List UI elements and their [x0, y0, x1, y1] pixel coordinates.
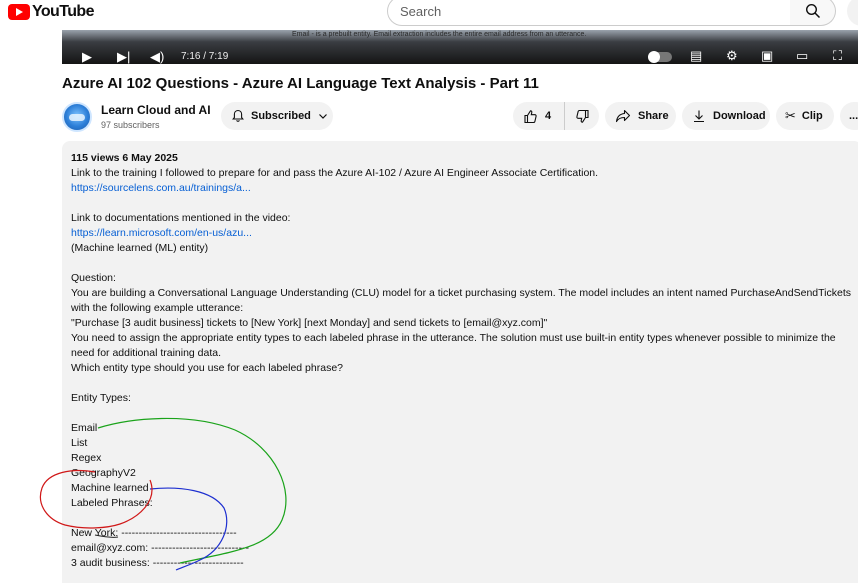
next-icon[interactable]: ▶|: [117, 50, 130, 64]
fullscreen-icon[interactable]: ⛶: [833, 49, 842, 63]
description-line: "Purchase [3 audit business] tickets to …: [71, 317, 548, 329]
search-box[interactable]: [387, 0, 791, 26]
search-button[interactable]: [790, 0, 836, 26]
download-icon: [694, 110, 704, 123]
description-line: with the following example utterance:: [71, 302, 244, 314]
time-display: 7:16 / 7:19: [181, 51, 229, 62]
description-line: You are building a Conversational Langua…: [71, 287, 851, 299]
autoplay-toggle[interactable]: [648, 51, 672, 63]
volume-icon[interactable]: ◀): [150, 50, 164, 64]
more-actions-button[interactable]: ...: [840, 102, 858, 130]
like-count: 4: [545, 110, 552, 122]
channel-name[interactable]: Learn Cloud and AI: [101, 103, 211, 117]
subtitles-icon[interactable]: ▤: [690, 49, 702, 63]
view-count-date: 115 views 6 May 2025: [71, 152, 178, 164]
share-arrow-icon: [615, 109, 631, 123]
entity-type-item: GeographyV2: [71, 467, 136, 479]
download-button[interactable]: Download: [682, 102, 770, 130]
like-dislike-group: 4: [513, 102, 599, 130]
theater-mode-icon[interactable]: ▭: [796, 49, 808, 63]
settings-gear-icon[interactable]: ⚙: [726, 49, 738, 63]
clip-label: Clip: [801, 110, 823, 122]
youtube-logo[interactable]: YouTube: [8, 3, 94, 21]
docs-link[interactable]: https://learn.microsoft.com/en-us/azu...: [71, 227, 252, 239]
masthead: YouTube: [0, 0, 858, 26]
description-line: Labeled Phrases:: [71, 497, 153, 509]
play-logo-icon: [8, 4, 30, 20]
entity-type-item: Machine learned: [71, 482, 149, 494]
entity-type-item: List: [71, 437, 88, 449]
search-input[interactable]: [400, 3, 790, 19]
search-icon: [805, 3, 820, 19]
voice-search-button[interactable]: [847, 0, 858, 26]
description-line: (Machine learned (ML) entity): [71, 242, 209, 254]
description-line: You need to assign the appropriate entit…: [71, 332, 836, 344]
video-player[interactable]: Email - is a prebuilt entity. Email extr…: [62, 30, 858, 64]
play-icon[interactable]: ▶: [82, 50, 92, 64]
description-line: Question:: [71, 272, 116, 284]
dislike-button[interactable]: [565, 102, 599, 130]
channel-avatar[interactable]: [62, 102, 92, 132]
download-label: Download: [713, 110, 766, 122]
labeled-phrase-item: email@xyz.com: -------------------------…: [71, 542, 249, 554]
bell-icon: [232, 109, 244, 122]
labeled-phrase-item: 3 audit business: ----------------------…: [71, 557, 244, 569]
video-title: Azure AI 102 Questions - Azure AI Langua…: [62, 75, 539, 92]
subscriber-count: 97 subscribers: [101, 120, 160, 130]
like-button[interactable]: 4: [513, 102, 565, 130]
player-controls: ▶ ▶| ◀) 7:16 / 7:19 ▤ ⚙ ▣ ▭ ⛶: [62, 40, 858, 64]
entity-type-item: Email: [71, 422, 98, 434]
share-button[interactable]: Share: [605, 102, 676, 130]
description-line: Which entity type should you use for eac…: [71, 362, 344, 374]
scissors-icon: ✂: [785, 108, 796, 123]
share-label: Share: [638, 110, 669, 122]
description-line: Link to the training I followed to prepa…: [71, 167, 599, 179]
subscribed-button[interactable]: Subscribed: [221, 102, 333, 130]
description-line: need for additional training data.: [71, 347, 222, 359]
more-icon: ...: [849, 110, 858, 122]
video-frame-text: Email - is a prebuilt entity. Email extr…: [292, 31, 587, 38]
training-link[interactable]: https://sourcelens.com.au/trainings/a...: [71, 182, 251, 194]
description-line: Entity Types:: [71, 392, 131, 404]
miniplayer-icon[interactable]: ▣: [761, 49, 773, 63]
thumbs-up-icon: [524, 109, 537, 123]
labeled-phrase-item: New York: ------------------------------…: [71, 527, 237, 539]
description-line: Link to documentations mentioned in the …: [71, 212, 291, 224]
clip-button[interactable]: ✂ Clip: [776, 102, 834, 130]
entity-type-item: Regex: [71, 452, 102, 464]
chevron-down-icon: [318, 114, 327, 119]
subscribed-label: Subscribed: [251, 110, 311, 122]
logo-text: YouTube: [32, 3, 94, 20]
thumbs-down-icon: [575, 109, 589, 123]
